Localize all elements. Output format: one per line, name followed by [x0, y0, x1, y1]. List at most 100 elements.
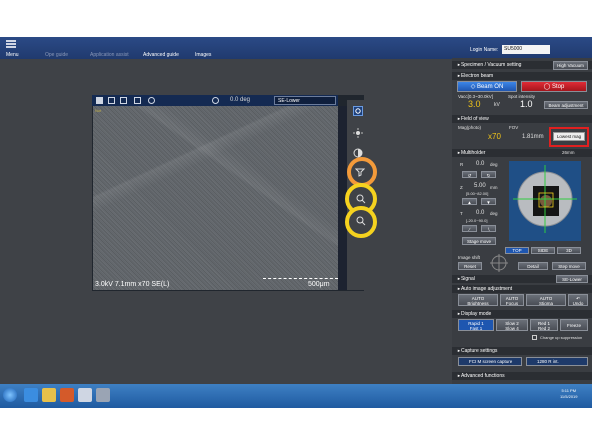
- red-button[interactable]: Red 1 Red 2: [530, 319, 558, 331]
- app-icon[interactable]: [78, 388, 92, 402]
- rotation-value: 0.0 deg: [230, 97, 251, 103]
- step-move-button[interactable]: Step move: [552, 262, 586, 270]
- media-icon[interactable]: [60, 388, 74, 402]
- menu-button[interactable]: Menu: [6, 52, 19, 58]
- ie-icon[interactable]: [24, 388, 38, 402]
- system-clock[interactable]: 5:11 PM 11/5/2019: [560, 388, 578, 400]
- r-ccw-button[interactable]: ↺: [462, 171, 477, 178]
- auto-focus-label: Focus: [505, 301, 519, 306]
- rotate-ccw-icon: ↺: [467, 173, 472, 178]
- r-unit: deg: [490, 162, 498, 167]
- t-plus-button[interactable]: ∖: [481, 225, 496, 232]
- red2-label: Red 2: [537, 326, 550, 331]
- grid-icon[interactable]: [134, 97, 141, 104]
- advanced-functions-header[interactable]: Advanced functions: [452, 372, 592, 380]
- mag-value[interactable]: x70: [488, 132, 501, 141]
- start-button[interactable]: [3, 388, 17, 402]
- undo-button[interactable]: ↶ Undo: [568, 294, 588, 306]
- spot-value[interactable]: 1.0: [520, 99, 533, 109]
- slow4-label: Slow 4: [505, 326, 519, 331]
- rotate-cw-icon: ↻: [486, 173, 491, 178]
- r-value[interactable]: 0.0: [476, 161, 484, 167]
- vacc-value[interactable]: 3.0: [468, 99, 481, 109]
- stage-move-button[interactable]: Stage move: [462, 237, 496, 245]
- view-top-tab[interactable]: TOP: [505, 247, 529, 254]
- t-label: T: [460, 211, 463, 216]
- login-name-field[interactable]: SU5000: [502, 45, 550, 54]
- auto-brightness-label: Brightness: [467, 301, 489, 306]
- t-value[interactable]: 0.0: [476, 210, 484, 216]
- auto-image-header[interactable]: Auto image adjustment: [452, 285, 592, 293]
- image-mini-label: Not: [95, 108, 102, 113]
- auto-focus-button[interactable]: AUTO Focus: [500, 294, 524, 306]
- zoom-out-icon[interactable]: [356, 216, 366, 226]
- rapid-fast-button[interactable]: Rapid 1 Fast 1: [458, 319, 494, 331]
- high-vacuum-button[interactable]: High Vacuum: [553, 61, 588, 70]
- fov-label: FOV: [509, 125, 519, 130]
- tilt-plus-icon: ∖: [487, 227, 490, 232]
- pause-icon[interactable]: [96, 97, 103, 104]
- slow-button[interactable]: Slow 2 Slow 4: [496, 319, 528, 331]
- fast-label: Fast 1: [469, 326, 483, 331]
- freeze-button[interactable]: Freeze: [560, 319, 588, 331]
- t-minus-button[interactable]: ∕: [462, 225, 477, 232]
- lowest-mag-button[interactable]: Lowest mag: [553, 132, 585, 141]
- application-assist-tab[interactable]: Application assist: [90, 52, 129, 58]
- r-cw-button[interactable]: ↻: [481, 171, 496, 178]
- z-down-button[interactable]: ▼: [481, 198, 496, 205]
- stop-icon: ◯: [543, 84, 553, 90]
- capture-resolution-select[interactable]: 1280 R int.: [526, 357, 588, 366]
- electron-beam-header[interactable]: Electron beam: [452, 72, 592, 80]
- change-suppression-label: Change up suppression: [540, 335, 583, 340]
- zoom-fit-icon[interactable]: [353, 106, 363, 116]
- filter-icon[interactable]: [355, 167, 365, 177]
- images-tab[interactable]: Images: [195, 52, 211, 58]
- folder-icon[interactable]: [42, 388, 56, 402]
- view-3d-tab[interactable]: 3D: [557, 247, 581, 254]
- signal-select[interactable]: SE-Lower: [556, 275, 588, 283]
- beam-on-button[interactable]: ◇ Beam ON: [457, 81, 517, 92]
- sem-image[interactable]: [93, 106, 338, 290]
- undo-label: Undo: [572, 301, 584, 306]
- tilt-minus-icon: ∕: [469, 227, 470, 232]
- reset-button[interactable]: Reset: [458, 262, 482, 270]
- detector-select[interactable]: SE-Lower: [274, 96, 336, 105]
- rotate-icon[interactable]: [212, 97, 219, 104]
- advanced-guide-tab[interactable]: Advanced guide: [143, 52, 179, 58]
- settings-app-icon[interactable]: [96, 388, 110, 402]
- beam-on-label: Beam ON: [476, 84, 504, 90]
- display-mode-header[interactable]: Display mode: [452, 310, 592, 318]
- auto-stigma-button[interactable]: AUTO Stigma: [526, 294, 566, 306]
- holder-size: 26mm: [562, 150, 575, 155]
- scale-value: 500μm: [308, 281, 330, 288]
- t-unit: deg: [490, 211, 498, 216]
- detail-button[interactable]: Detail: [518, 262, 548, 270]
- z-label: Z: [460, 185, 463, 190]
- clock-date: 11/5/2019: [560, 394, 578, 399]
- stage-navigator[interactable]: [509, 161, 581, 241]
- screen-icon[interactable]: [108, 97, 115, 104]
- capture-mode-select[interactable]: FCI M screen capture: [458, 357, 522, 366]
- ope-guide-tab[interactable]: Ope guide: [45, 52, 68, 58]
- zoom-in-icon[interactable]: [356, 194, 366, 204]
- change-suppression-checkbox[interactable]: [532, 335, 537, 340]
- capture-settings-header[interactable]: Capture settings: [452, 347, 592, 355]
- beam-adjustment-button[interactable]: Beam adjustment: [544, 101, 588, 109]
- settings-icon[interactable]: [148, 97, 155, 104]
- image-caption: 3.0kV 7.1mm x70 SE(L): [95, 281, 170, 288]
- z-value[interactable]: 5.00: [474, 183, 486, 189]
- field-of-view-header[interactable]: Field of view: [452, 115, 592, 123]
- menu-icon[interactable]: [6, 40, 16, 49]
- arrow-down-icon: ▼: [486, 200, 491, 205]
- split-icon[interactable]: [120, 97, 127, 104]
- stop-button[interactable]: ◯ Stop: [521, 81, 587, 92]
- view-side-tab[interactable]: SIDE: [531, 247, 555, 254]
- t-range: [-20.0~90.0]: [466, 218, 488, 223]
- brightness-icon[interactable]: [353, 128, 363, 138]
- login-label: Login Name:: [470, 47, 499, 53]
- crosshair-icon[interactable]: [490, 254, 508, 272]
- arrow-up-icon: ▲: [467, 200, 472, 205]
- z-up-button[interactable]: ▲: [462, 198, 477, 205]
- image-shift-label: Image shift: [458, 255, 481, 260]
- auto-brightness-button[interactable]: AUTO Brightness: [458, 294, 498, 306]
